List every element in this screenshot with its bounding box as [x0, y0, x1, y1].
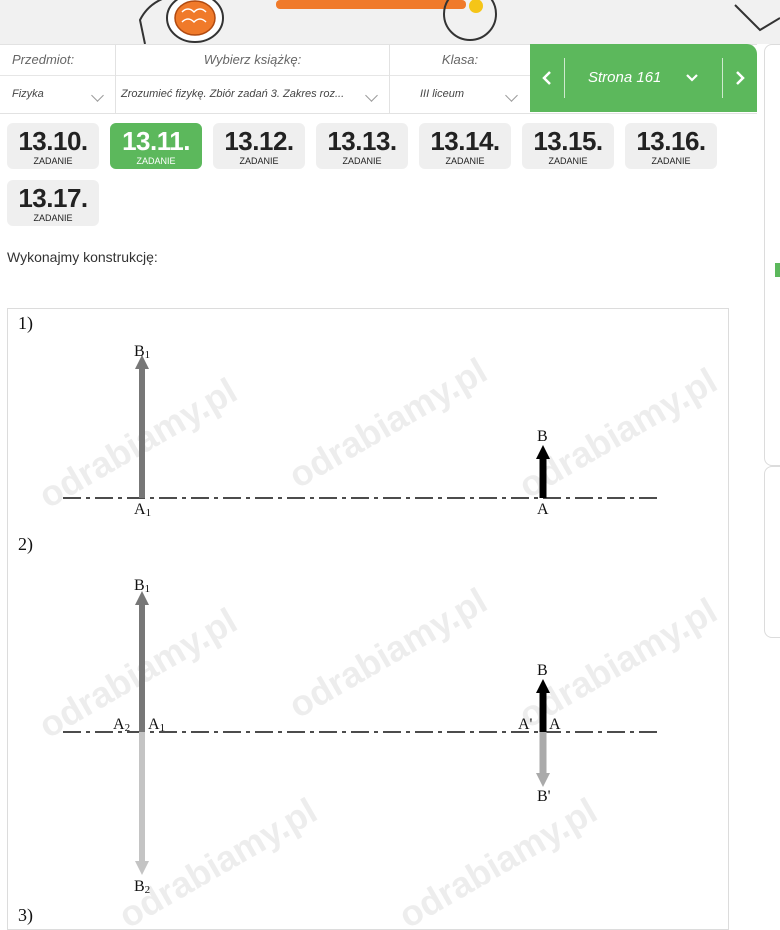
- task-number: 13.16.: [636, 126, 706, 156]
- task-label: ZADANIE: [548, 156, 588, 166]
- task-tab[interactable]: 13.13. ZADANIE: [316, 123, 408, 169]
- grade-select-label: Klasa:: [390, 45, 530, 76]
- task-number: 13.10.: [18, 126, 88, 156]
- subject-select-label: Przedmiot:: [0, 45, 115, 76]
- task-label: ZADANIE: [239, 156, 279, 166]
- task-tab[interactable]: 13.14. ZADANIE: [419, 123, 511, 169]
- part-1-label: 1): [18, 313, 33, 334]
- chevron-right-icon: [736, 71, 745, 85]
- svg-text:odrabiamy.pl: odrabiamy.pl: [392, 790, 604, 929]
- book-select[interactable]: Wybierz książkę: Zrozumieć fizykę. Zbiór…: [116, 45, 390, 113]
- solution-intro: Wykonajmy konstrukcję:: [7, 249, 158, 265]
- solution-figure: odrabiamy.pl odrabiamy.pl odrabiamy.pl o…: [7, 308, 729, 930]
- task-label: ZADANIE: [33, 213, 73, 223]
- next-page-button[interactable]: [723, 44, 757, 112]
- part-2-label: 2): [18, 534, 33, 555]
- subject-select[interactable]: Przedmiot: Fizyka: [0, 45, 116, 113]
- task-number: 13.12.: [224, 126, 294, 156]
- task-tab[interactable]: 13.12. ZADANIE: [213, 123, 305, 169]
- brain-icon: [138, 0, 224, 44]
- task-tab[interactable]: 13.10. ZADANIE: [7, 123, 99, 169]
- task-tab[interactable]: 13.15. ZADANIE: [522, 123, 614, 169]
- book-select-label: Wybierz książkę:: [116, 45, 389, 76]
- task-number: 13.13.: [327, 126, 397, 156]
- task-tab[interactable]: 13.16. ZADANIE: [625, 123, 717, 169]
- svg-text:B: B: [537, 428, 548, 445]
- svg-text:odrabiamy.pl: odrabiamy.pl: [32, 370, 244, 516]
- svg-text:A': A': [518, 716, 533, 733]
- task-label: ZADANIE: [445, 156, 485, 166]
- side-panel: [764, 44, 780, 466]
- svg-text:B': B': [537, 788, 551, 805]
- top-illustration-strip: [0, 0, 780, 44]
- task-label: ZADANIE: [136, 156, 176, 166]
- svg-text:A: A: [537, 501, 549, 518]
- task-number: 13.11.: [122, 126, 190, 156]
- chevron-down-icon: [365, 89, 378, 102]
- task-tab[interactable]: 13.11. ZADANIE: [110, 123, 202, 169]
- task-number: 13.14.: [430, 126, 500, 156]
- svg-text:B: B: [537, 662, 548, 679]
- watermark: odrabiamy.pl odrabiamy.pl odrabiamy.pl o…: [32, 350, 724, 929]
- task-tab[interactable]: 13.17. ZADANIE: [7, 180, 99, 226]
- svg-text:A2: A2: [113, 716, 130, 734]
- book-select-value: Zrozumieć fizykę. Zbiór zadań 3. Zakres …: [121, 88, 345, 100]
- task-label: ZADANIE: [651, 156, 691, 166]
- svg-text:odrabiamy.pl: odrabiamy.pl: [282, 350, 494, 496]
- part-3-label: 3): [18, 905, 33, 926]
- side-panel-secondary: [764, 466, 780, 638]
- svg-text:odrabiamy.pl: odrabiamy.pl: [282, 580, 494, 726]
- task-label: ZADANIE: [33, 156, 73, 166]
- banner-orange-bar: [276, 0, 466, 9]
- svg-text:A1: A1: [134, 501, 151, 519]
- page-number-select[interactable]: Strona 161: [588, 69, 661, 86]
- svg-text:A1: A1: [148, 716, 165, 734]
- task-number: 13.15.: [533, 126, 603, 156]
- chevron-down-icon: [686, 74, 698, 82]
- svg-text:odrabiamy.pl: odrabiamy.pl: [32, 600, 244, 746]
- svg-text:B1: B1: [134, 343, 150, 361]
- task-label: ZADANIE: [342, 156, 382, 166]
- grade-select[interactable]: Klasa: III liceum: [390, 45, 530, 113]
- chevron-left-icon: [542, 71, 551, 85]
- svg-text:A: A: [549, 716, 561, 733]
- svg-text:B1: B1: [134, 577, 150, 595]
- page-navigator: Strona 161: [530, 44, 757, 112]
- prev-page-button[interactable]: [530, 44, 564, 112]
- task-number: 13.17.: [18, 183, 88, 213]
